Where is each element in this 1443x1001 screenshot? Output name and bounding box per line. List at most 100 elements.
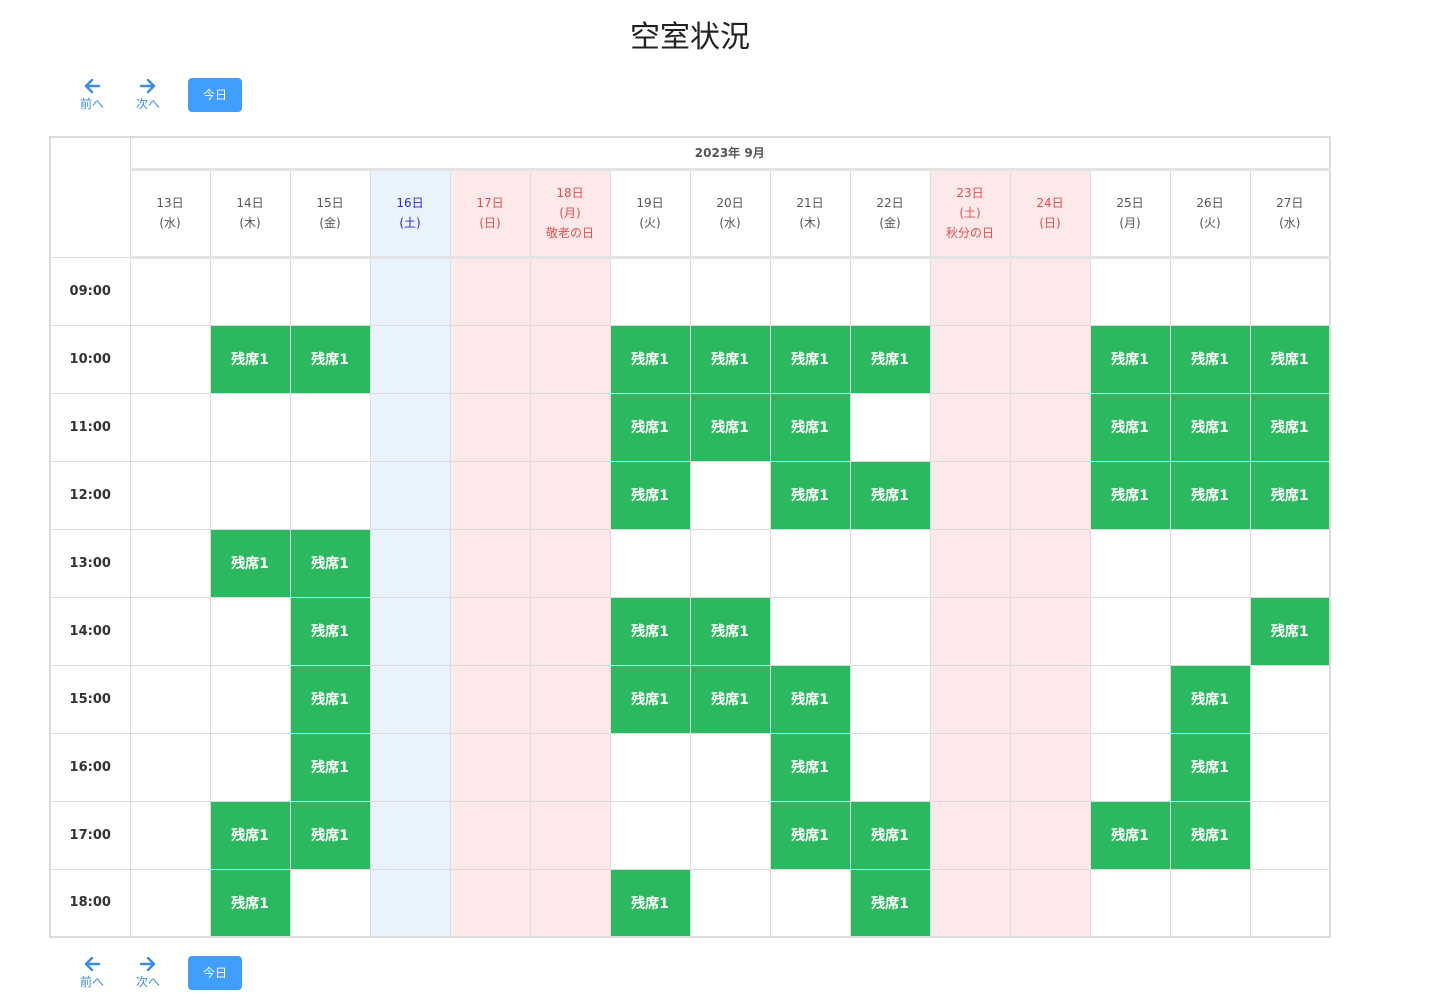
- available-slot[interactable]: 残席1: [609, 868, 691, 938]
- available-slot[interactable]: 残席1: [1089, 392, 1171, 462]
- day-date: 14日: [236, 196, 264, 210]
- day-date: 23日: [956, 186, 984, 200]
- empty-slot: [129, 800, 211, 870]
- empty-slot: [1009, 732, 1091, 802]
- prev-button[interactable]: 前へ: [72, 76, 112, 116]
- day-weekday: (土): [959, 206, 981, 220]
- time-label: 18:00: [49, 868, 131, 938]
- day-weekday: (火): [639, 216, 661, 230]
- available-slot[interactable]: 残席1: [289, 664, 371, 734]
- available-slot[interactable]: 残席1: [769, 460, 851, 530]
- day-weekday: (土): [399, 216, 421, 230]
- available-slot[interactable]: 残席1: [769, 800, 851, 870]
- available-slot[interactable]: 残席1: [689, 596, 771, 666]
- next-button[interactable]: 次へ: [128, 954, 168, 994]
- empty-slot: [929, 868, 1011, 938]
- available-slot[interactable]: 残席1: [1169, 392, 1251, 462]
- available-slot[interactable]: 残席1: [769, 324, 851, 394]
- day-weekday: (木): [239, 216, 261, 230]
- available-slot[interactable]: 残席1: [1089, 324, 1171, 394]
- empty-slot: [849, 732, 931, 802]
- available-slot[interactable]: 残席1: [849, 868, 931, 938]
- empty-slot: [1089, 256, 1171, 326]
- available-slot[interactable]: 残席1: [849, 460, 931, 530]
- empty-slot: [1009, 528, 1091, 598]
- available-slot[interactable]: 残席1: [1249, 460, 1331, 530]
- available-slot[interactable]: 残席1: [689, 664, 771, 734]
- available-slot[interactable]: 残席1: [1249, 392, 1331, 462]
- available-slot[interactable]: 残席1: [1249, 324, 1331, 394]
- day-date: 20日: [716, 196, 744, 210]
- available-slot[interactable]: 残席1: [849, 324, 931, 394]
- available-slot[interactable]: 残席1: [609, 596, 691, 666]
- empty-slot: [529, 324, 611, 394]
- available-slot[interactable]: 残席1: [209, 868, 291, 938]
- available-slot[interactable]: 残席1: [1169, 324, 1251, 394]
- empty-slot: [289, 460, 371, 530]
- available-slot[interactable]: 残席1: [209, 324, 291, 394]
- empty-slot: [449, 596, 531, 666]
- day-date: 17日: [476, 196, 504, 210]
- available-slot[interactable]: 残席1: [609, 664, 691, 734]
- day-weekday: (木): [799, 216, 821, 230]
- next-label: 次へ: [135, 97, 160, 111]
- empty-slot: [209, 596, 291, 666]
- day-header: 21日 (木): [769, 168, 851, 259]
- empty-slot: [689, 528, 771, 598]
- day-date: 15日: [316, 196, 344, 210]
- empty-slot: [1009, 392, 1091, 462]
- available-slot[interactable]: 残席1: [1249, 596, 1331, 666]
- available-slot[interactable]: 残席1: [289, 528, 371, 598]
- empty-slot: [289, 868, 371, 938]
- available-slot[interactable]: 残席1: [609, 324, 691, 394]
- available-slot[interactable]: 残席1: [609, 392, 691, 462]
- empty-slot: [369, 324, 451, 394]
- time-row: 16:00 残席1 残席1 残席1: [49, 732, 1331, 802]
- available-slot[interactable]: 残席1: [769, 732, 851, 802]
- empty-slot: [129, 732, 211, 802]
- day-date: 27日: [1276, 196, 1304, 210]
- empty-slot: [449, 664, 531, 734]
- today-button[interactable]: 今日: [188, 78, 242, 112]
- time-label: 16:00: [49, 732, 131, 802]
- empty-slot: [1169, 256, 1251, 326]
- empty-slot: [369, 392, 451, 462]
- available-slot[interactable]: 残席1: [1169, 800, 1251, 870]
- next-button[interactable]: 次へ: [128, 76, 168, 116]
- empty-slot: [529, 528, 611, 598]
- available-slot[interactable]: 残席1: [689, 392, 771, 462]
- available-slot[interactable]: 残席1: [609, 460, 691, 530]
- prev-button[interactable]: 前へ: [72, 954, 112, 994]
- arrow-left-icon: [84, 78, 101, 94]
- available-slot[interactable]: 残席1: [1169, 732, 1251, 802]
- day-weekday: (水): [1279, 216, 1301, 230]
- available-slot[interactable]: 残席1: [289, 596, 371, 666]
- empty-slot: [929, 664, 1011, 734]
- time-label: 10:00: [49, 324, 131, 394]
- day-weekday: (水): [719, 216, 741, 230]
- empty-slot: [609, 800, 691, 870]
- holiday-name: 敬老の日: [545, 226, 594, 240]
- today-button[interactable]: 今日: [188, 956, 242, 990]
- available-slot[interactable]: 残席1: [289, 732, 371, 802]
- empty-slot: [209, 664, 291, 734]
- empty-slot: [449, 256, 531, 326]
- available-slot[interactable]: 残席1: [849, 800, 931, 870]
- available-slot[interactable]: 残席1: [1089, 460, 1171, 530]
- available-slot[interactable]: 残席1: [769, 664, 851, 734]
- available-slot[interactable]: 残席1: [209, 800, 291, 870]
- available-slot[interactable]: 残席1: [1089, 800, 1171, 870]
- available-slot[interactable]: 残席1: [209, 528, 291, 598]
- available-slot[interactable]: 残席1: [769, 392, 851, 462]
- day-date: 16日: [396, 196, 424, 210]
- available-slot[interactable]: 残席1: [1169, 460, 1251, 530]
- empty-slot: [689, 256, 771, 326]
- available-slot[interactable]: 残席1: [689, 324, 771, 394]
- empty-slot: [849, 596, 931, 666]
- corner-cell: [49, 136, 131, 258]
- available-slot[interactable]: 残席1: [289, 324, 371, 394]
- calendar-body: 09:00 10:00 残席1 残席1 残席1 残席1 残席1 残席1 残席1 残席1 残席1 11:…: [49, 256, 1331, 938]
- available-slot[interactable]: 残席1: [289, 800, 371, 870]
- empty-slot: [129, 868, 211, 938]
- available-slot[interactable]: 残席1: [1169, 664, 1251, 734]
